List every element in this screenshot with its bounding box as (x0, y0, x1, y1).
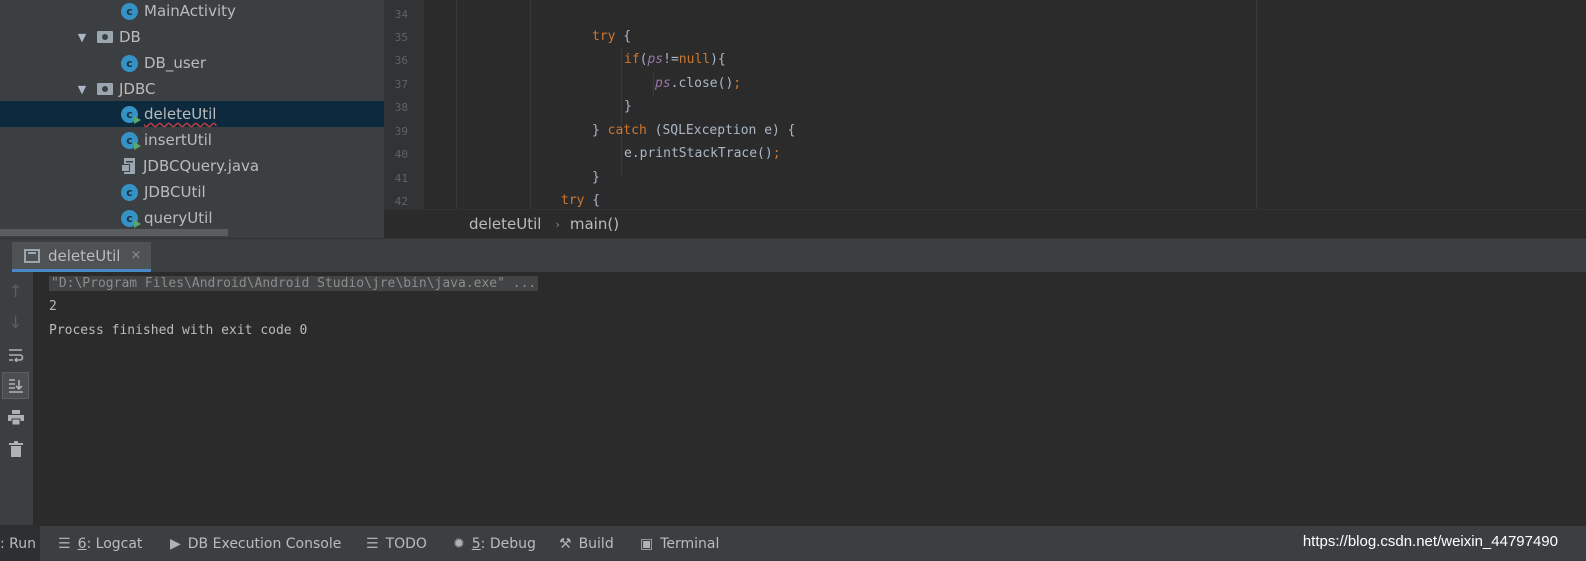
class-icon: c (121, 54, 138, 72)
package-folder-icon (97, 31, 113, 43)
code-editor[interactable]: 34 35 36 37 38 39 40 41 42 try { if(ps!=… (384, 0, 1586, 238)
todo-tool-button[interactable]: ☰ TODO (366, 526, 427, 561)
db-console-tool-button[interactable]: ▶ DB Execution Console (170, 526, 341, 561)
code-line: e.printStackTrace(); (624, 146, 781, 161)
todo-label: TODO (385, 536, 427, 552)
tree-item-jdbc[interactable]: ▼ JDBC (0, 76, 384, 102)
soft-wrap-icon[interactable] (2, 341, 29, 368)
breadcrumb-class[interactable]: deleteUtil (469, 215, 541, 233)
expand-arrow-icon[interactable]: ▼ (76, 31, 88, 44)
runnable-class-icon: c (121, 209, 141, 228)
run-console-output[interactable]: "D:\Program Files\Android\Android Studio… (33, 272, 1586, 525)
tree-item-jdbcutil[interactable]: c JDBCUtil (0, 179, 384, 205)
code-line: } catch (SQLException e) { (592, 123, 796, 138)
tree-item-label: queryUtil (144, 209, 213, 227)
code-line: } (592, 170, 600, 185)
run-tool-button[interactable]: : Run (0, 526, 41, 561)
right-margin-guide (1256, 0, 1257, 209)
logcat-shortcut: 6 (77, 536, 87, 552)
debug-shortcut: 5 (471, 536, 481, 552)
line-number: 36 (394, 54, 408, 67)
class-icon: c (121, 2, 138, 20)
console-output-line: 2 (49, 299, 57, 314)
run-tool-label: : Run (0, 536, 37, 552)
line-number: 35 (394, 31, 408, 44)
tree-item-jdbcquery[interactable]: JDBCQuery.java (0, 153, 384, 179)
trash-icon[interactable] (2, 435, 29, 462)
tree-item-db[interactable]: ▼ DB (0, 24, 384, 50)
tree-item-db-user[interactable]: c DB_user (0, 50, 384, 76)
code-line: } (624, 99, 632, 114)
tool-window-bar: : Run ☰ 6: Logcat ▶ DB Execution Console… (0, 525, 1586, 561)
indent-guide (456, 0, 457, 209)
line-number: 40 (394, 148, 408, 161)
arrow-up-icon[interactable]: ↑ (2, 278, 29, 305)
tree-item-label: deleteUtil (144, 105, 217, 123)
console-command-line: "D:\Program Files\Android\Android Studio… (49, 276, 539, 291)
watermark-text: https://blog.csdn.net/weixin_44797490 (1302, 532, 1558, 550)
run-tab-deleteutil[interactable]: deleteUtil × (12, 242, 152, 272)
run-toolbar: ↑ ↓ (0, 272, 33, 525)
run-panel-header: deleteUtil × (0, 238, 1586, 272)
terminal-tool-button[interactable]: ▣ Terminal (640, 526, 719, 561)
runnable-class-icon: c (121, 105, 141, 124)
print-icon[interactable] (2, 404, 29, 431)
bug-icon: ✹ (453, 536, 465, 552)
code-line: if(ps!=null){ (624, 52, 726, 67)
package-folder-icon (97, 83, 113, 95)
tree-item-queryutil[interactable]: c queryUtil (0, 205, 384, 231)
db-console-label: DB Execution Console (187, 536, 342, 552)
code-line: ps.close(); (655, 76, 742, 91)
line-number: 42 (394, 195, 408, 208)
tree-item-label: JDBCUtil (144, 183, 206, 201)
logcat-tool-button[interactable]: ☰ 6: Logcat (58, 526, 142, 561)
tree-item-insertutil[interactable]: c insertUtil (0, 127, 384, 153)
run-tab-label: deleteUtil (48, 246, 121, 265)
tree-item-label: JDBC (119, 80, 156, 98)
tree-item-label: MainActivity (144, 2, 236, 20)
indent-guide (653, 72, 654, 96)
scroll-to-end-icon[interactable] (2, 372, 29, 399)
code-line: try { (592, 29, 632, 44)
line-number: 41 (394, 172, 408, 185)
terminal-icon: ▣ (640, 536, 654, 552)
breadcrumb-separator-icon: › (555, 217, 560, 231)
logcat-label: : Logcat (86, 536, 143, 552)
expand-arrow-icon[interactable]: ▼ (76, 83, 88, 96)
logcat-icon: ☰ (58, 536, 71, 552)
class-icon: c (121, 183, 138, 201)
line-number-gutter: 34 35 36 37 38 39 40 41 42 (384, 0, 424, 209)
line-number: 34 (394, 8, 408, 21)
indent-guide (530, 0, 531, 209)
build-label: Build (578, 536, 614, 552)
breadcrumb: deleteUtil › main() (384, 209, 1586, 238)
terminal-label: Terminal (660, 536, 720, 552)
code-line: try { (561, 193, 601, 208)
runnable-class-icon: c (121, 131, 141, 150)
build-tool-button[interactable]: ⚒ Build (559, 526, 614, 561)
tree-item-label: DB (119, 28, 141, 46)
indent-guide (621, 48, 622, 176)
console-output-line: Process finished with exit code 0 (49, 323, 308, 338)
hammer-icon: ⚒ (559, 536, 572, 552)
debug-label: : Debug (480, 536, 536, 552)
close-icon[interactable]: × (130, 248, 141, 263)
db-console-icon: ▶ (170, 536, 181, 552)
breadcrumb-method[interactable]: main() (570, 215, 619, 233)
line-number: 38 (394, 101, 408, 114)
java-file-icon (121, 157, 137, 175)
todo-icon: ☰ (366, 536, 379, 552)
project-tree-panel: c MainActivity ▼ DB c DB_user ▼ JDBC c d… (0, 0, 384, 238)
tree-item-label: JDBCQuery.java (143, 157, 260, 175)
tree-item-deleteutil[interactable]: c deleteUtil (0, 101, 384, 127)
line-number: 37 (394, 78, 408, 91)
tree-item-label: DB_user (144, 54, 207, 72)
tree-item-label: insertUtil (144, 131, 212, 149)
tree-horizontal-scrollbar[interactable] (0, 229, 228, 236)
run-console-icon (24, 248, 40, 263)
line-number: 39 (394, 125, 408, 138)
tree-item-mainactivity[interactable]: c MainActivity (0, 0, 384, 24)
arrow-down-icon[interactable]: ↓ (2, 309, 29, 336)
debug-tool-button[interactable]: ✹ 5: Debug (453, 526, 536, 561)
